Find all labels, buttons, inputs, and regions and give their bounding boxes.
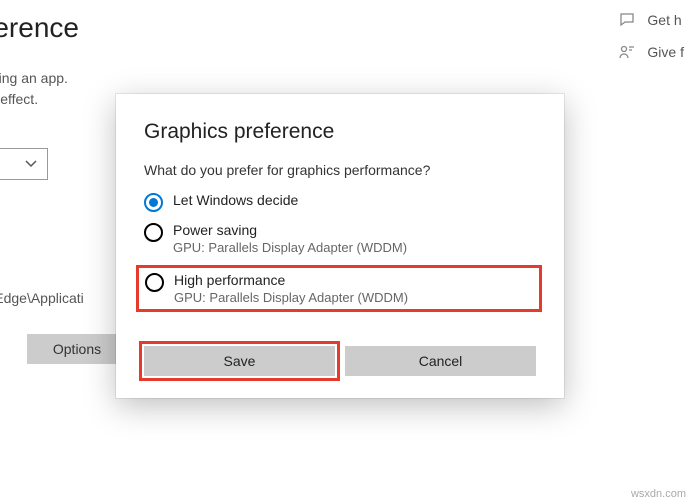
radio-label: Let Windows decide (173, 192, 298, 208)
radio-power-saving[interactable]: Power saving GPU: Parallels Display Adap… (144, 222, 536, 255)
radio-label: High performance (174, 272, 408, 288)
app-path-text: osoft\Edge\Applicati (0, 290, 84, 306)
app-type-dropdown[interactable] (0, 148, 48, 180)
get-help-link[interactable]: Get h (619, 12, 684, 28)
page-subtext: e or battery life when using an app. or … (0, 68, 68, 110)
watermark: wsxdn.com (631, 488, 686, 500)
radio-indicator (145, 273, 164, 292)
radio-let-windows-decide[interactable]: Let Windows decide (144, 192, 536, 212)
radio-sub-label: GPU: Parallels Display Adapter (WDDM) (173, 240, 407, 255)
graphics-preference-dialog: Graphics preference What do you prefer f… (116, 94, 564, 398)
radio-sub-label: GPU: Parallels Display Adapter (WDDM) (174, 290, 408, 305)
get-help-label: Get h (647, 12, 681, 28)
feedback-icon (619, 44, 635, 60)
give-feedback-label: Give f (647, 44, 684, 60)
radio-group: Let Windows decide Power saving GPU: Par… (144, 192, 536, 312)
chat-icon (619, 12, 635, 28)
options-button[interactable]: Options (27, 334, 127, 364)
dialog-title: Graphics preference (144, 120, 536, 144)
page-title: eference (0, 12, 79, 44)
radio-high-performance[interactable]: High performance GPU: Parallels Display … (136, 265, 542, 312)
subtext-line-2: or your changes to take effect. (0, 89, 68, 110)
radio-label: Power saving (173, 222, 407, 238)
save-button[interactable]: Save (144, 346, 335, 376)
radio-indicator-selected (144, 193, 163, 212)
radio-indicator (144, 223, 163, 242)
dialog-button-row: Save Cancel (144, 346, 536, 376)
subtext-line-1: e or battery life when using an app. (0, 68, 68, 89)
help-links: Get h Give f (619, 12, 684, 76)
give-feedback-link[interactable]: Give f (619, 44, 684, 60)
dialog-question: What do you prefer for graphics performa… (144, 162, 536, 178)
chevron-down-icon (25, 158, 37, 170)
cancel-button[interactable]: Cancel (345, 346, 536, 376)
